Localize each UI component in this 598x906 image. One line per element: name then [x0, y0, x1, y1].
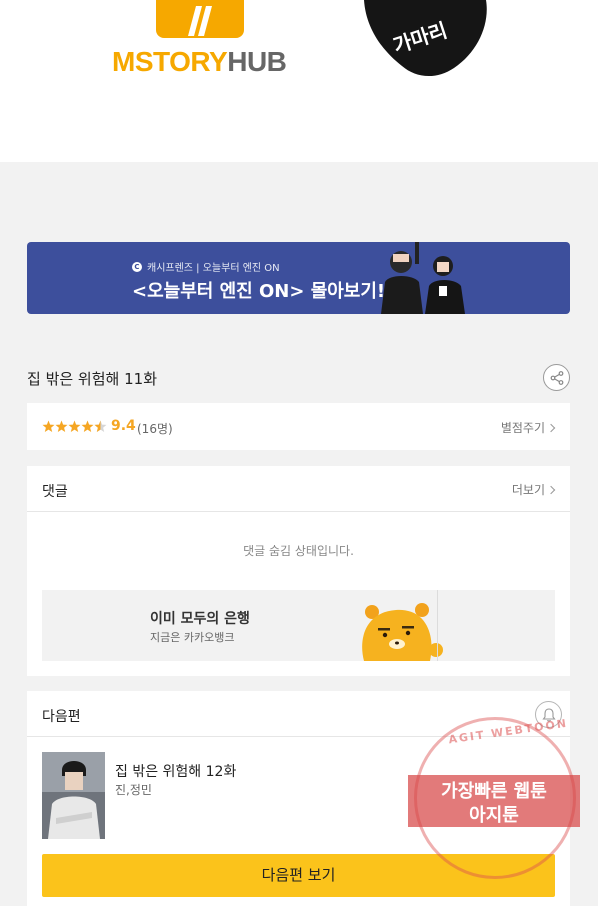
next-episode-thumbnail[interactable] [42, 752, 105, 839]
thumbnail-image [42, 752, 105, 839]
star-icons [42, 420, 107, 432]
kakaobank-ad[interactable]: 이미 모두의 은행 지금은 카카오뱅크 [42, 590, 555, 661]
comments-more-button[interactable]: 더보기 [511, 481, 556, 498]
rate-button-label: 별점주기 [500, 421, 545, 435]
star-rating [42, 418, 108, 434]
next-episode-title[interactable]: 집 밖은 위험해 12화 [115, 761, 236, 781]
next-episode-header-title: 다음편 [42, 709, 81, 725]
share-button[interactable] [543, 364, 570, 391]
promo-banner[interactable]: C 캐시프렌즈 | 오늘부터 엔진 ON <오늘부터 엔진 ON> 몰아보기! [27, 242, 570, 314]
bell-icon [542, 708, 556, 722]
rate-button[interactable]: 별점주기 [500, 419, 556, 436]
banner-characters-image [381, 242, 465, 314]
rating-card: 9.4 (16명) 별점주기 [27, 403, 570, 450]
chevron-right-icon [546, 423, 556, 433]
share-icon [550, 371, 564, 385]
comments-more-label: 더보기 [511, 483, 545, 497]
mstoryhub-wordmark: MSTORYHUB [112, 46, 287, 78]
mstoryhub-badge-icon [156, 0, 244, 38]
comments-title: 댓글 [42, 484, 68, 500]
ad-title: 이미 모두의 은행 [150, 611, 250, 627]
mstoryhub-word-2: HUB [227, 46, 287, 77]
cashfriends-icon: C [132, 261, 142, 272]
ad-divider [437, 590, 438, 661]
notify-button[interactable] [535, 701, 562, 728]
comments-header: 댓글 더보기 [27, 466, 570, 512]
rating-count: (16명) [137, 422, 173, 436]
next-episode-header: 다음편 [27, 691, 570, 737]
next-episode-card: 다음편 집 밖은 위험해 12화 진,정민 다음편 보기 [27, 691, 570, 906]
next-episode-button[interactable]: 다음편 보기 [42, 854, 555, 897]
gamari-logo[interactable]: 가마리 [358, 0, 492, 80]
comments-hidden-message: 댓글 숨김 상태입니다. [243, 544, 354, 558]
ad-subtitle: 지금은 카카오뱅크 [150, 631, 235, 644]
rating-score: 9.4 [111, 418, 136, 434]
banner-small-text: 캐시프렌즈 | 오늘부터 엔진 ON [147, 263, 280, 274]
mstoryhub-word-1: MSTORY [112, 46, 228, 77]
partner-logos-strip: MSTORYHUB 가마리 [0, 0, 598, 162]
episode-title: 집 밖은 위험해 11화 [27, 370, 157, 388]
mstoryhub-logo[interactable]: MSTORYHUB [112, 0, 292, 80]
banner-small-text-row: C 캐시프렌즈 | 오늘부터 엔진 ON [132, 259, 280, 274]
banner-headline: <오늘부터 엔진 ON> 몰아보기! [132, 281, 386, 302]
ryan-character-image [362, 603, 443, 661]
chevron-right-icon [546, 485, 556, 495]
next-episode-authors: 진,정민 [115, 783, 152, 797]
comments-card: 댓글 더보기 댓글 숨김 상태입니다. 이미 모두의 은행 지금은 카카오뱅크 [27, 466, 570, 676]
